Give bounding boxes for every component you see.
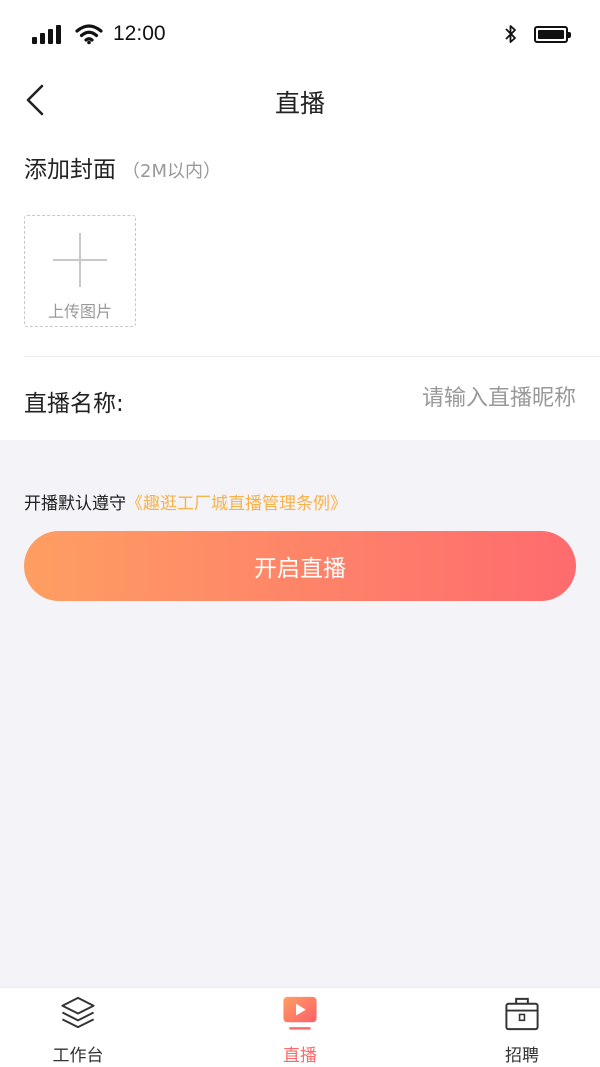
agreement-prefix: 开播默认遵守 [24,494,126,514]
status-left: 12:00 [32,22,166,46]
agreement-text: 开播默认遵守《趣逛工厂城直播管理条例》 [24,489,347,514]
tab-live-label: 直播 [283,1046,317,1066]
status-time: 12:00 [113,22,166,45]
tab-recruit[interactable]: 招聘 [462,994,582,1066]
layers-icon [61,996,95,1029]
bluetooth-icon [505,25,516,43]
live-page: 12:00 直播 添加封面 （2M以内） 上传图片 直播名称: 请输入直播昵称 … [0,0,600,1067]
agreement-link[interactable]: 《趣逛工厂城直播管理条例》 [126,494,347,514]
page-title: 直播 [274,89,325,118]
start-live-button[interactable]: 开启直播 [24,531,576,601]
plus-icon-vertical [79,233,81,287]
battery-icon [534,25,571,43]
nav-bar: 直播 [0,72,600,128]
tab-live[interactable]: 直播 [240,994,360,1066]
play-video-icon [283,996,317,1030]
tab-recruit-label: 招聘 [505,1046,539,1066]
status-bar: 12:00 [0,0,600,72]
cover-size-hint: （2M以内） [122,161,221,182]
divider [24,356,600,357]
tab-workbench[interactable]: 工作台 [18,994,138,1066]
upload-cover-button[interactable]: 上传图片 [24,215,136,327]
cover-title-text: 添加封面 [24,157,116,183]
live-name-label: 直播名称: [24,391,124,417]
upload-label: 上传图片 [47,302,112,321]
wifi-icon [75,24,103,45]
tab-workbench-label: 工作台 [52,1046,104,1066]
cover-section-title: 添加封面 （2M以内） [24,150,221,184]
briefcase-icon [505,997,539,1031]
signal-icon [32,24,61,44]
status-right [504,24,571,44]
tab-bar: 工作台 直播 招聘 [0,987,600,1067]
live-name-input[interactable] [256,378,576,418]
live-form-card: 添加封面 （2M以内） 上传图片 直播名称: [0,128,600,440]
